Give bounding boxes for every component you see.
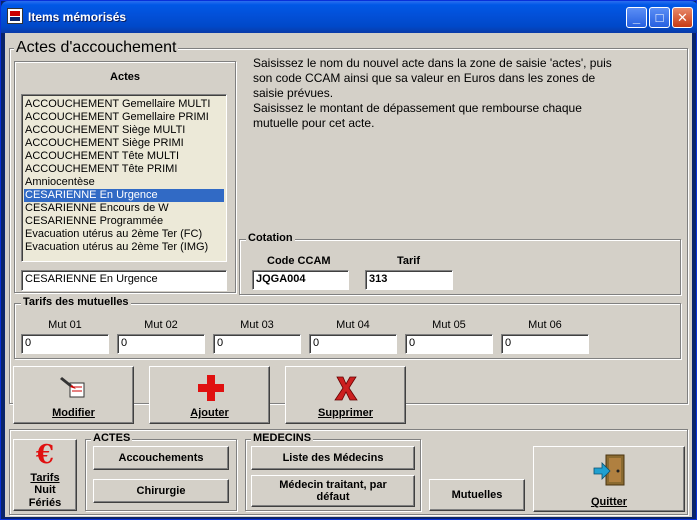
- medecin-traitant-button[interactable]: Médecin traitant, par défaut: [251, 475, 415, 507]
- mutuelle-label: Mut 02: [144, 319, 178, 331]
- medecin-traitant-line1: Médecin traitant, par: [279, 479, 387, 491]
- act-list-item[interactable]: ACCOUCHEMENT Gemellaire PRIMI: [24, 111, 224, 124]
- cotation-title: Cotation: [246, 232, 295, 244]
- act-name-input[interactable]: CESARIENNE En Urgence: [21, 270, 227, 291]
- mutuelle-label: Mut 04: [336, 319, 370, 331]
- act-list-item[interactable]: ACCOUCHEMENT Gemellaire MULTI: [24, 98, 224, 111]
- chirurgie-button[interactable]: Chirurgie: [93, 479, 229, 503]
- mutuelles-title: Tarifs des mutuelles: [21, 296, 131, 308]
- tarifs-line1: Tarifs: [30, 472, 60, 484]
- mutuelle-input[interactable]: 0: [117, 334, 205, 354]
- mutuelle-input[interactable]: 0: [21, 334, 109, 354]
- maximize-icon: □: [655, 10, 664, 25]
- instructions-text: Saisissez le nom du nouvel acte dans la …: [253, 56, 612, 130]
- liste-medecins-label: Liste des Médecins: [282, 452, 384, 464]
- code-ccam-label: Code CCAM: [267, 255, 331, 267]
- tarif-input[interactable]: 313: [365, 270, 453, 290]
- act-list-item[interactable]: ACCOUCHEMENT Tête PRIMI: [24, 163, 224, 176]
- mutuelle-input[interactable]: 0: [309, 334, 397, 354]
- delete-x-icon: [334, 376, 358, 401]
- close-button[interactable]: ✕: [672, 7, 693, 28]
- tarifs-line2: Nuit: [34, 484, 56, 496]
- euro-icon: €: [35, 440, 55, 470]
- add-button[interactable]: Ajouter: [149, 366, 270, 424]
- act-list-item[interactable]: CESARIENNE En Urgence: [24, 189, 224, 202]
- maximize-button[interactable]: □: [649, 7, 670, 28]
- act-list-item[interactable]: Evacuation utérus au 2ème Ter (FC): [24, 228, 224, 241]
- code-ccam-input[interactable]: JQGA004: [252, 270, 349, 290]
- app-icon: [7, 8, 23, 24]
- modify-label: Modifier: [52, 407, 95, 419]
- window-client: Actes d'accouchement Actes ACCOUCHEMENT …: [5, 33, 692, 517]
- mutuelle-label: Mut 06: [528, 319, 562, 331]
- mutuelle-label: Mut 03: [240, 319, 274, 331]
- mutuelles-label: Mutuelles: [451, 489, 503, 501]
- accouchements-label: Accouchements: [118, 452, 204, 464]
- window-title: Items mémorisés: [28, 10, 127, 24]
- tarif-label: Tarif: [397, 255, 421, 267]
- title-bar[interactable]: Items mémorisés _ □ ✕: [1, 1, 697, 33]
- tarifs-nuit-feries-button[interactable]: € Tarifs Nuit Fériés: [13, 439, 77, 511]
- quit-button[interactable]: Quitter: [533, 446, 685, 512]
- act-list-item[interactable]: Evacuation utérus au 2ème Ter (IMG): [24, 241, 224, 254]
- act-list-item[interactable]: Amniocentèse: [24, 176, 224, 189]
- close-icon: ✕: [677, 10, 688, 25]
- modify-button[interactable]: Modifier: [13, 366, 134, 424]
- actes-group-title: ACTES: [91, 432, 133, 444]
- act-list-item[interactable]: ACCOUCHEMENT Siège MULTI: [24, 124, 224, 137]
- app-window: Items mémorisés _ □ ✕ Actes d'accoucheme…: [0, 0, 697, 520]
- medecin-traitant-line2: défaut: [316, 491, 350, 503]
- act-list-item[interactable]: ACCOUCHEMENT Tête MULTI: [24, 150, 224, 163]
- acts-list-header: Actes: [110, 71, 140, 83]
- act-list-item[interactable]: CESARIENNE Encours de W: [24, 202, 224, 215]
- tarifs-line3: Fériés: [28, 497, 62, 509]
- act-list-item[interactable]: ACCOUCHEMENT Siège PRIMI: [24, 137, 224, 150]
- mutuelle-input[interactable]: 0: [501, 334, 589, 354]
- mutuelle-input[interactable]: 0: [213, 334, 301, 354]
- act-list-item[interactable]: CESARIENNE Programmée: [24, 215, 224, 228]
- delete-label: Supprimer: [317, 407, 373, 419]
- mutuelle-label: Mut 01: [48, 319, 82, 331]
- edit-document-icon: [60, 377, 85, 398]
- acts-listbox[interactable]: ACCOUCHEMENT Gemellaire MULTI ACCOUCHEMEN…: [21, 94, 227, 262]
- add-label: Ajouter: [190, 407, 229, 419]
- delete-button[interactable]: Supprimer: [285, 366, 406, 424]
- mutuelle-label: Mut 05: [432, 319, 466, 331]
- mutuelle-input[interactable]: 0: [405, 334, 493, 354]
- plus-icon: [198, 375, 224, 401]
- mutuelles-button[interactable]: Mutuelles: [429, 479, 525, 511]
- chirurgie-label: Chirurgie: [136, 485, 186, 497]
- accouchements-button[interactable]: Accouchements: [93, 446, 229, 470]
- acts-group-title: Actes d'accouchement: [14, 39, 179, 57]
- quit-label: Quitter: [590, 496, 628, 508]
- liste-medecins-button[interactable]: Liste des Médecins: [251, 446, 415, 470]
- minimize-button[interactable]: _: [626, 7, 647, 28]
- minimize-icon: _: [632, 10, 641, 25]
- exit-door-icon: [593, 454, 625, 486]
- medecins-group-title: MEDECINS: [251, 432, 314, 444]
